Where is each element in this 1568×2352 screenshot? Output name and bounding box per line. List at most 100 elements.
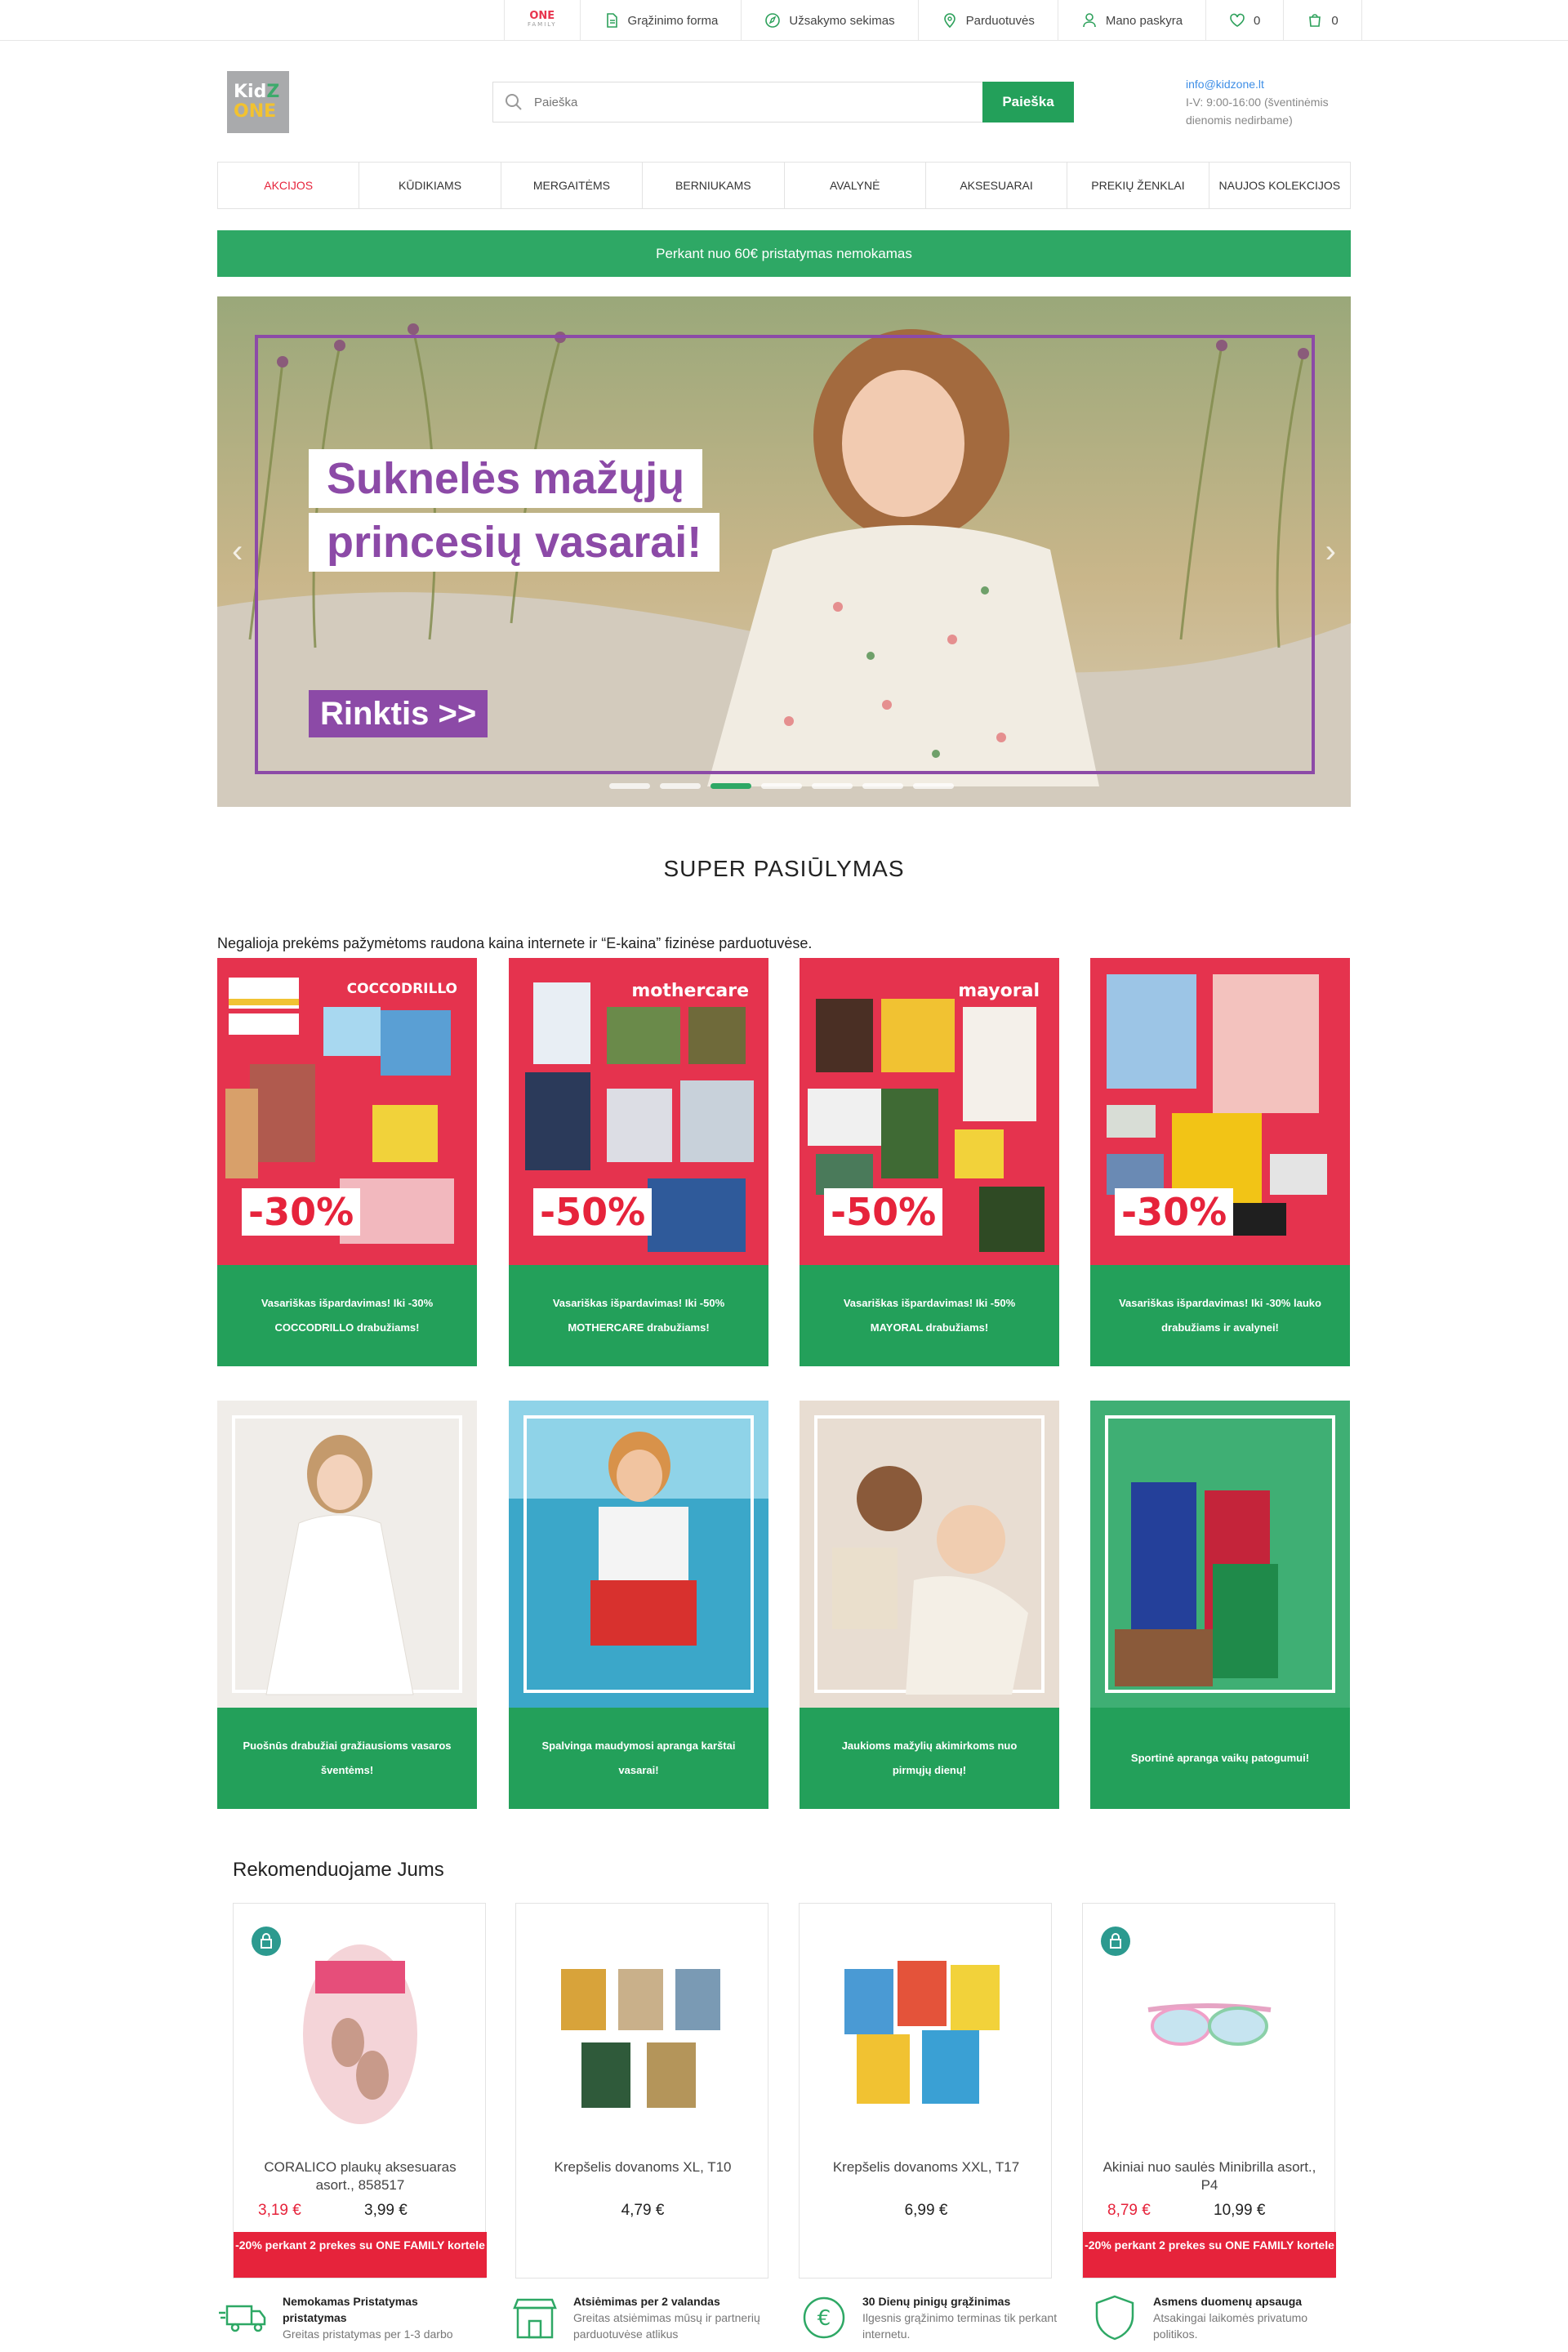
hero-dot-active[interactable] [710,783,751,789]
product-name[interactable]: Krepšelis dovanoms XXL, T17 [816,2158,1036,2176]
recommend-title: Rekomenduojame Jums [233,1859,444,1881]
offer-caption: Vasariškas išpardavimas! Iki -50% MOTHER… [509,1265,768,1366]
offer-caption: Vasariškas išpardavimas! Iki -30% lauko … [1090,1265,1350,1366]
nav-item-kudikiams[interactable]: Kūdikiams [359,163,501,208]
search-input[interactable] [492,82,982,122]
cart-count: 0 [1331,13,1339,28]
offer-card[interactable]: Spalvinga maudymosi apranga karštai vasa… [509,1401,768,1809]
offer-discount: -50% [824,1188,943,1236]
product-promo-badge: -20% perkant 2 prekes su ONE FAMILY kort… [234,2232,487,2278]
hero-title-line-1: Suknelės mažųjų [309,449,703,508]
offer-brand: COCCODRILLO [346,981,457,997]
product-card[interactable]: CORALICO plaukų aksesuaras asort., 85851… [233,1903,487,2278]
nav-item-prekiu-zenklai[interactable]: Prekių ženklai [1067,163,1209,208]
offer-discount: -30% [242,1188,361,1236]
offer-caption: Jaukioms mažylių akimirkoms nuo pirmųjų … [800,1708,1059,1809]
offer-card[interactable]: COCCODRILLO -30% Vasariškas išpardavimas… [217,958,477,1366]
return-form-link[interactable]: Grąžinimo forma [579,0,742,41]
search-button[interactable]: Paieška [982,82,1074,122]
product-sale-price: 3,19 € [258,2202,301,2219]
wishlist-link[interactable]: 0 [1205,0,1283,41]
product-name[interactable]: Akiniai nuo saulės Minibrilla asort., P4 [1099,2158,1320,2194]
hero-dot[interactable] [609,783,650,789]
euro-refund-icon: € [803,2296,845,2339]
site-logo[interactable]: KidZ ONE [227,71,289,133]
offer-card[interactable]: Jaukioms mažylių akimirkoms nuo pirmųjų … [800,1401,1059,1809]
logo-text-z: Z [266,82,280,102]
free-shipping-banner: Perkant nuo 60€ pristatymas nemokamas [217,230,1351,277]
offer-caption: Sportinė apranga vaikų patogumui! [1090,1708,1350,1809]
cart-link[interactable]: 0 [1283,0,1362,41]
hero-title: Suknelės mažųjų princesių vasarai! [309,449,720,577]
feature-gdpr: Asmens duomenų apsauga Atsakingai laikomė… [1088,2293,1349,2342]
product-card[interactable]: Krepšelis dovanoms XL, T10 4,79 € [515,1903,768,2278]
offer-card[interactable]: Puošnūs drabužiai gražiausioms vasaros š… [217,1401,477,1809]
nav-item-mergaitems[interactable]: Mergaitėms [501,163,644,208]
top-utility-bar: ONE FAMILY Grąžinimo forma Užsakymo seki… [0,0,1568,41]
contact-hours: I-V: 9:00-16:00 (šventinėmis dienomis ne… [1186,96,1329,127]
hero-dot[interactable] [862,783,903,789]
hero-slider[interactable]: Suknelės mažųjų princesių vasarai! Rinkt… [217,296,1351,807]
offer-card[interactable]: -30% Vasariškas išpardavimas! Iki -30% l… [1090,958,1350,1366]
onefamily-logo: ONE FAMILY [528,11,557,29]
offer-image [217,1401,477,1708]
offer-caption: Vasariškas išpardavimas! Iki -30% COCCOD… [217,1265,477,1366]
hero-title-line-2: princesių vasarai! [309,513,720,572]
order-tracking-label: Užsakymo sekimas [789,13,895,28]
offers-title: SUPER PASIŪLYMAS [663,856,905,881]
offer-caption: Spalvinga maudymosi apranga karštai vasa… [509,1708,768,1809]
cart-icon [1309,14,1321,27]
feature-title: 30 Dienų pinigų grąžinimas [862,2295,1011,2308]
heart-icon [1230,13,1245,27]
offer-card[interactable]: mayoral -50% Vasariškas išpardavimas! Ik… [800,958,1059,1366]
product-name[interactable]: Krepšelis dovanoms XL, T10 [532,2158,753,2176]
offer-card[interactable]: mothercare -50% Vasariškas išpardavimas!… [509,958,768,1366]
hero-pagination [609,783,954,789]
product-card[interactable]: Krepšelis dovanoms XXL, T17 6,99 € [799,1903,1052,2278]
offer-caption: Puošnūs drabužiai gražiausioms vasaros š… [217,1708,477,1809]
onefamily-link[interactable]: ONE FAMILY [504,0,580,41]
feature-pickup: Atsiėmimas per 2 valandas Greitas atsiėmi… [508,2293,769,2342]
logo-text-one: ONE [234,101,277,122]
top-utility-links: ONE FAMILY Grąžinimo forma Užsakymo seki… [504,0,1362,41]
store-icon [513,2298,557,2339]
hero-cta-button[interactable]: Rinktis >> [309,690,488,737]
hero-dot[interactable] [660,783,701,789]
onefamily-logo-sub: FAMILY [528,21,557,28]
offer-card[interactable]: Sportinė apranga vaikų patogumui! [1090,1401,1350,1809]
stores-link[interactable]: Parduotuvės [917,0,1058,41]
contact-email-link[interactable]: info@kidzone.lt [1186,75,1349,93]
hero-prev-icon[interactable]: ‹ [232,533,243,570]
offer-brand: mothercare [631,981,749,1001]
feature-text: Ilgesnis grąžinimo terminas tik perkant … [862,2311,1058,2341]
main-navigation: Akcijos Kūdikiams Mergaitėms Berniukams … [217,162,1351,209]
nav-item-naujos-kolekcijos[interactable]: Naujos kolekcijos [1209,163,1350,208]
hero-dot[interactable] [761,783,802,789]
offer-discount: -50% [533,1188,653,1236]
hero-next-icon[interactable]: › [1325,533,1336,570]
feature-text: Greitas pristatymas per 1-3 darbo [283,2328,453,2341]
product-image [303,1944,417,2124]
contact-info: info@kidzone.lt I-V: 9:00-16:00 (šventin… [1186,75,1349,129]
nav-item-aksesuarai[interactable]: Aksesuarai [926,163,1068,208]
hero-dot[interactable] [812,783,853,789]
account-link[interactable]: Mano paskyra [1057,0,1205,41]
offer-image [1090,1401,1350,1708]
order-tracking-link[interactable]: Užsakymo sekimas [741,0,917,41]
hero-dot[interactable] [913,783,954,789]
nav-item-berniukams[interactable]: Berniukams [643,163,785,208]
feature-title: Asmens duomenų apsauga [1153,2295,1303,2308]
user-icon [1083,13,1096,28]
stores-label: Parduotuvės [965,13,1035,28]
offer-image [800,1401,1059,1708]
product-card[interactable]: Akiniai nuo saulės Minibrilla asort., P4… [1082,1903,1336,2278]
gdpr-shield-icon [1095,2295,1134,2341]
product-price: 4,79 € [621,2202,665,2219]
nav-item-akcijos[interactable]: Akcijos [218,163,360,208]
product-image [561,1969,720,2108]
product-price: 3,99 € [364,2202,408,2219]
offers-notice: Negalioja prekėms pažymėtoms raudona kai… [217,935,813,951]
product-name[interactable]: CORALICO plaukų aksesuaras asort., 85851… [250,2158,470,2194]
feature-title: Nemokamas Pristatymas pristatymas [283,2295,418,2324]
nav-item-avalyne[interactable]: Avalynė [785,163,926,208]
